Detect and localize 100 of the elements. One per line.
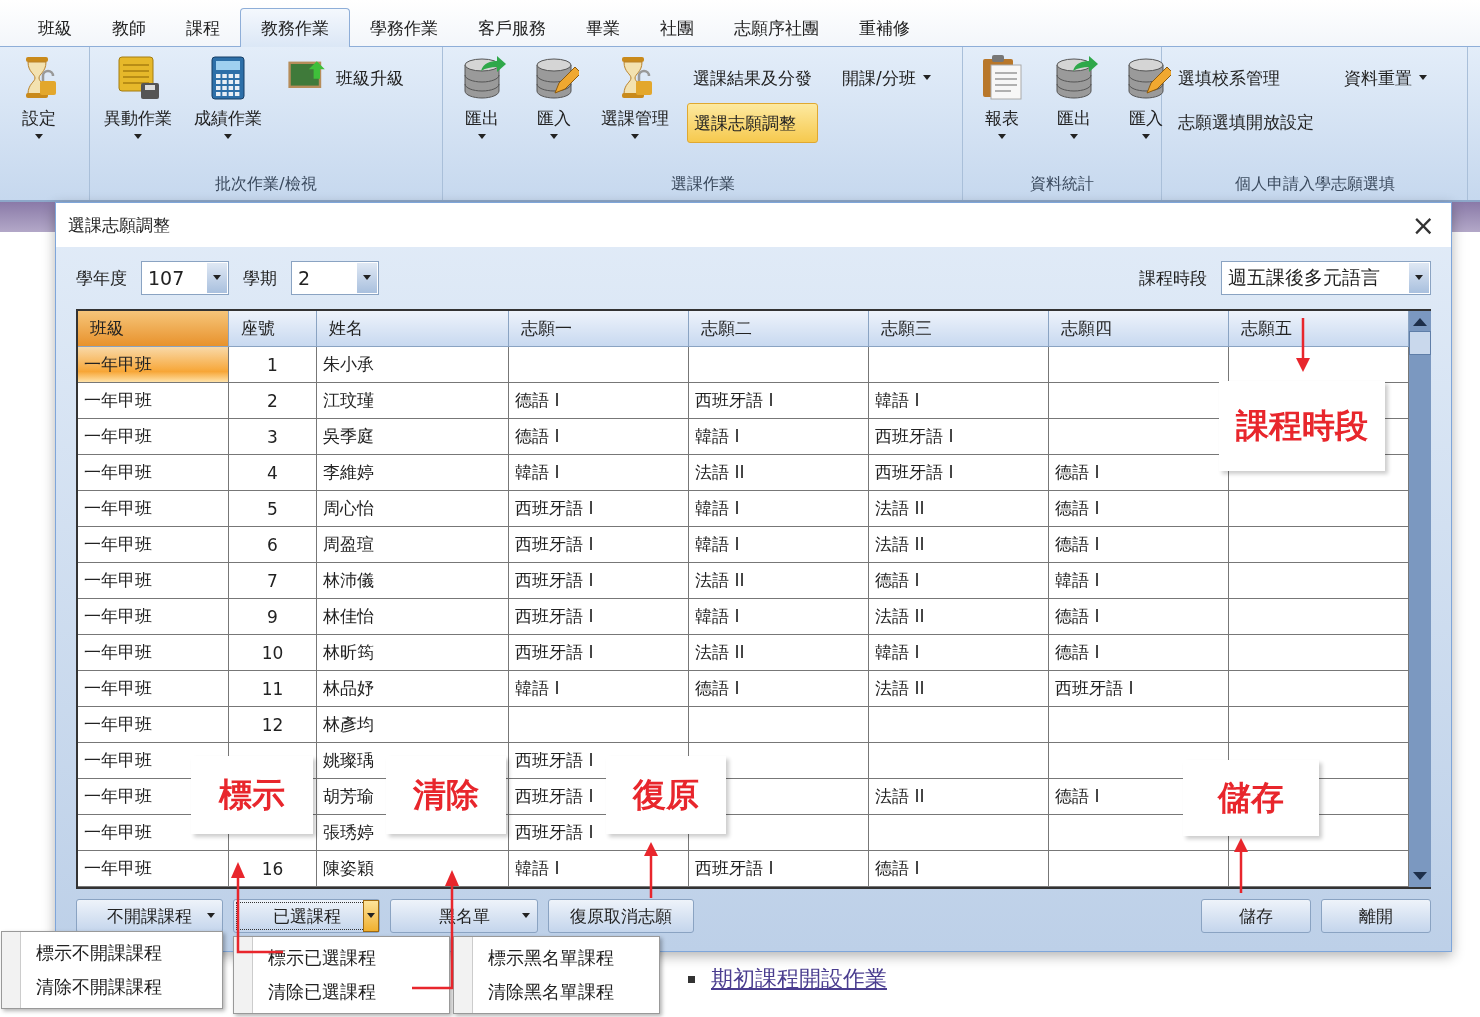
ribbon-button-label: 選課管理 — [601, 107, 669, 130]
caret-icon — [997, 134, 1007, 140]
ribbon-button[interactable]: 志願選填開放設定 — [1172, 103, 1320, 141]
ribbon-tab[interactable]: 社團 — [640, 9, 714, 47]
table-cell: 西班牙語 I — [869, 419, 1049, 455]
group-label: 資料統計 — [1029, 172, 1095, 195]
ribbon-button[interactable]: 選課志願調整 — [687, 103, 818, 143]
ribbon-tab[interactable]: 課程 — [166, 9, 240, 47]
table-cell: 法語 II — [689, 563, 869, 599]
caret-icon — [630, 134, 640, 140]
ribbon-button[interactable]: 班級升級 — [280, 59, 410, 97]
filter-select[interactable]: 週五課後多元語言 — [1221, 261, 1431, 295]
table-cell: 4 — [229, 455, 317, 491]
ribbon-button[interactable]: 開課/分班 — [836, 59, 938, 97]
menu-item[interactable]: 清除黑名單課程 — [454, 975, 659, 1009]
table-cell: 一年甲班 — [78, 563, 229, 599]
scroll-thumb[interactable] — [1409, 331, 1431, 355]
table-cell: 法語 II — [869, 491, 1049, 527]
table-cell: 朱小承 — [317, 347, 509, 383]
ribbon-button[interactable]: 匯入 — [525, 53, 583, 168]
ribbon-button[interactable]: 選課管理 — [597, 53, 673, 168]
menu-item[interactable]: 清除不開課課程 — [2, 970, 222, 1004]
table-cell: 11 — [229, 671, 317, 707]
ribbon-button[interactable]: 匯出 — [453, 53, 511, 168]
caret-icon — [366, 913, 376, 919]
menu-item[interactable]: 標示不開課課程 — [2, 936, 222, 970]
column-header[interactable]: 班級 — [78, 311, 229, 347]
ribbon-button-label: 匯出 — [1057, 107, 1091, 130]
table-cell: 德語 I — [1049, 527, 1229, 563]
ribbon-tab[interactable]: 客戶服務 — [458, 9, 566, 47]
table-cell: 林沛儀 — [317, 563, 509, 599]
dropdown-button[interactable]: 已選課程 — [233, 899, 380, 933]
caret-icon — [549, 134, 559, 140]
caret-icon — [477, 134, 487, 140]
ribbon-tab[interactable]: 教師 — [92, 9, 166, 47]
column-header[interactable]: 座號 — [229, 311, 317, 347]
table-cell: 一年甲班 — [78, 419, 229, 455]
callout-label: 清除 — [386, 756, 506, 834]
column-header[interactable]: 姓名 — [317, 311, 509, 347]
dialog-title: 選課志願調整 — [68, 213, 170, 237]
scroll-down-icon[interactable] — [1413, 871, 1427, 881]
action-button[interactable]: 離開 — [1321, 899, 1431, 933]
close-button[interactable]: × — [1407, 208, 1439, 242]
table-cell: 韓語 I — [689, 491, 869, 527]
ribbon-button[interactable]: 選填校系管理 — [1172, 59, 1320, 97]
scroll-up-icon[interactable] — [1413, 317, 1427, 327]
dropdown-button[interactable]: 復原取消志願 — [548, 899, 694, 933]
table-cell: 韓語 I — [869, 383, 1049, 419]
column-header[interactable]: 志願二 — [689, 311, 869, 347]
ribbon-button[interactable]: 資料重置 — [1338, 59, 1434, 97]
table-cell: 西班牙語 I — [509, 527, 689, 563]
ribbon-tab[interactable]: 教務作業 — [240, 8, 350, 47]
table-cell: 韓語 I — [509, 455, 689, 491]
menu-item[interactable]: 清除已選課程 — [234, 975, 449, 1009]
menu-item[interactable]: 標示黑名單課程 — [454, 941, 659, 975]
caret-icon — [1414, 275, 1424, 281]
table-cell: 法語 II — [689, 455, 869, 491]
scrollbar[interactable] — [1409, 311, 1431, 887]
table-cell: 周盈瑄 — [317, 527, 509, 563]
column-header[interactable]: 志願三 — [869, 311, 1049, 347]
arrow — [644, 842, 658, 898]
table-cell: 一年甲班 — [78, 383, 229, 419]
table-cell: 吳季庭 — [317, 419, 509, 455]
ribbon-tab[interactable]: 重補修 — [839, 9, 930, 47]
page-link[interactable]: 期初課程開設作業 — [711, 964, 887, 994]
caret-icon — [206, 913, 216, 919]
ribbon-button-label: 設定 — [22, 107, 56, 130]
caret-icon — [223, 134, 233, 140]
table-cell: 林品妤 — [317, 671, 509, 707]
filter-select[interactable]: 2 — [291, 261, 379, 295]
filter-select[interactable]: 107 — [141, 261, 229, 295]
table-cell: 一年甲班 — [78, 347, 229, 383]
table-cell: 韓語 I — [869, 635, 1049, 671]
ribbon-button[interactable]: 選課結果及分發 — [687, 59, 818, 97]
table-cell: 德語 I — [689, 671, 869, 707]
table-cell: 韓語 I — [689, 527, 869, 563]
ribbon-tab[interactable]: 班級 — [18, 9, 92, 47]
ribbon-button[interactable]: 匯入 — [1117, 53, 1175, 168]
ribbon-button[interactable]: 匯出 — [1045, 53, 1103, 168]
table-cell: 德語 I — [1049, 491, 1229, 527]
callout-label: 課程時段 — [1219, 381, 1385, 471]
table-cell: 法語 II — [869, 779, 1049, 815]
caret-icon — [1069, 134, 1079, 140]
ribbon-tab[interactable]: 畢業 — [566, 9, 640, 47]
ribbon-button[interactable]: 設定 — [10, 53, 68, 168]
ribbon-button[interactable]: 報表 — [973, 53, 1031, 168]
column-header[interactable]: 志願五 — [1229, 311, 1409, 347]
ribbon-button[interactable]: 異動作業 — [100, 53, 176, 168]
filter-label: 學期 — [243, 266, 277, 290]
filter-label: 課程時段 — [1139, 266, 1207, 290]
ribbon-button[interactable]: 成績作業 — [190, 53, 266, 168]
dropdown-button[interactable]: 不開課課程 — [76, 899, 223, 933]
callout-label: 標示 — [191, 756, 313, 834]
ribbon-tab[interactable]: 志願序社團 — [714, 9, 839, 47]
action-button[interactable]: 儲存 — [1201, 899, 1311, 933]
ribbon-tab[interactable]: 學務作業 — [350, 9, 458, 47]
column-header[interactable]: 志願一 — [509, 311, 689, 347]
table-cell: 周心怡 — [317, 491, 509, 527]
column-header[interactable]: 志願四 — [1049, 311, 1229, 347]
table-cell: 林昕筠 — [317, 635, 509, 671]
